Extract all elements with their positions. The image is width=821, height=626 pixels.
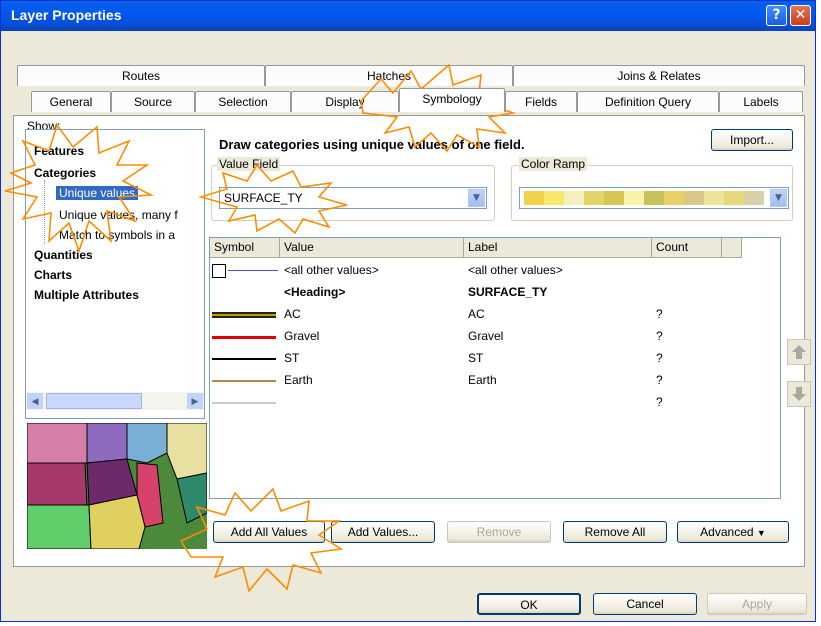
annotation-star-value-field bbox=[198, 163, 348, 235]
annotation-star-tree bbox=[4, 123, 155, 254]
annotation-star-add-all bbox=[179, 487, 344, 593]
layer-properties-dialog: Layer Properties ? ✕ Routes Hatches Join… bbox=[0, 0, 816, 622]
tab-symbology[interactable]: Symbology bbox=[399, 88, 505, 112]
